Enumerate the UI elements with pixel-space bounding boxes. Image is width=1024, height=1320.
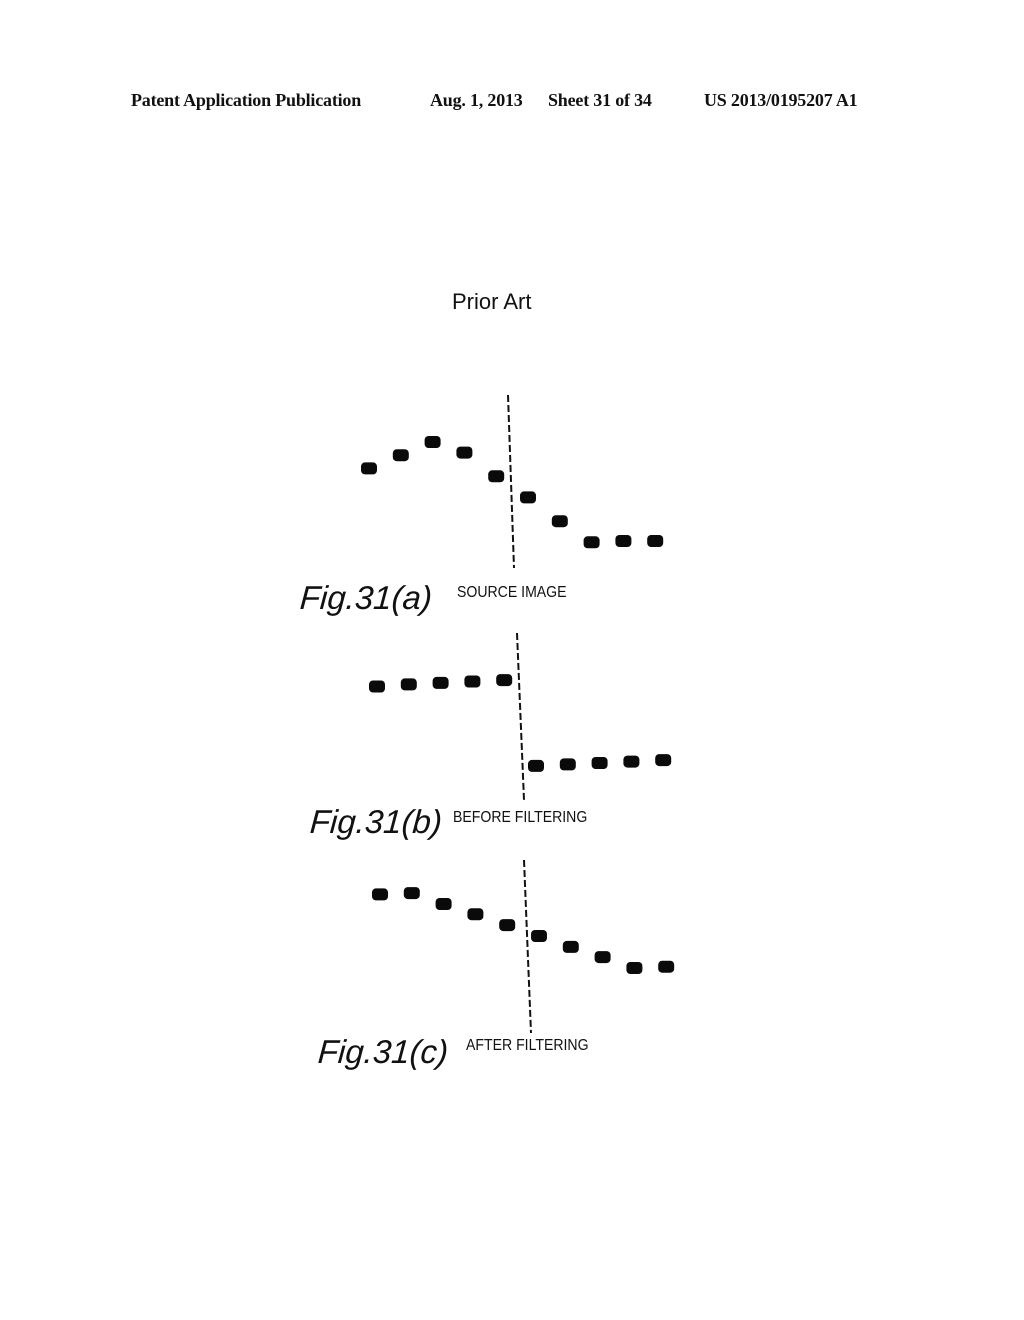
fig-31c-pixel-point xyxy=(626,962,643,974)
fig-31c-label: Fig.31(c) xyxy=(316,1033,450,1070)
fig-31a-label: Fig.31(a) xyxy=(298,579,434,616)
fig-31b-pixel-point xyxy=(559,758,576,771)
fig-31a-pixel-point xyxy=(456,446,473,459)
fig-31c-plot xyxy=(372,859,675,1034)
fig-31c-pixel-point xyxy=(435,898,452,910)
fig-31b-caption: BEFORE FILTERING xyxy=(453,809,588,826)
fig-31c-pixel-point xyxy=(562,940,579,953)
fig-31b-block-boundary-line xyxy=(516,632,525,801)
fig-31b-pixel-point xyxy=(464,675,481,688)
fig-31c-pixel-point xyxy=(499,919,516,932)
fig-31a-plot xyxy=(361,394,664,569)
fig-31b-pixel-point xyxy=(369,680,385,693)
fig-31b-pixel-point xyxy=(432,676,449,689)
fig-31b-pixel-point xyxy=(655,754,672,767)
fig-31b-pixel-point xyxy=(591,757,608,769)
fig-31b-plot xyxy=(369,632,672,801)
fig-31b-pixel-point xyxy=(623,755,640,768)
fig-31a-pixel-point xyxy=(488,470,505,483)
fig-31c-caption: AFTER FILTERING xyxy=(466,1037,589,1054)
fig-31a-pixel-point xyxy=(392,449,409,462)
fig-31c-pixel-point xyxy=(403,887,420,900)
fig-31c-pixel-point xyxy=(594,951,611,964)
fig-31c-pixel-point xyxy=(467,908,484,921)
fig-31c-pixel-point xyxy=(531,930,547,942)
fig-31a-pixel-point xyxy=(615,535,632,547)
fig-31b-label: Fig.31(b) xyxy=(308,803,444,840)
fig-31b-pixel-point xyxy=(400,678,417,691)
fig-31a-pixel-point xyxy=(424,436,441,448)
fig-31b-pixel-point xyxy=(528,759,544,772)
fig-31c-pixel-point xyxy=(658,960,675,973)
fig-31a-pixel-point xyxy=(361,462,377,475)
fig-31c-pixel-point xyxy=(372,888,388,901)
fig-31a-pixel-point xyxy=(551,515,568,528)
fig-31b-pixel-point xyxy=(496,674,513,687)
figure-plots xyxy=(361,394,675,1034)
fig-31a-caption: SOURCE IMAGE xyxy=(457,584,567,601)
fig-31a-pixel-point xyxy=(583,536,600,549)
fig-31c-block-boundary-line xyxy=(523,859,532,1034)
fig-31a-pixel-point xyxy=(647,535,664,547)
fig-31a-block-boundary-line xyxy=(507,394,515,569)
fig-31a-pixel-point xyxy=(520,491,536,504)
